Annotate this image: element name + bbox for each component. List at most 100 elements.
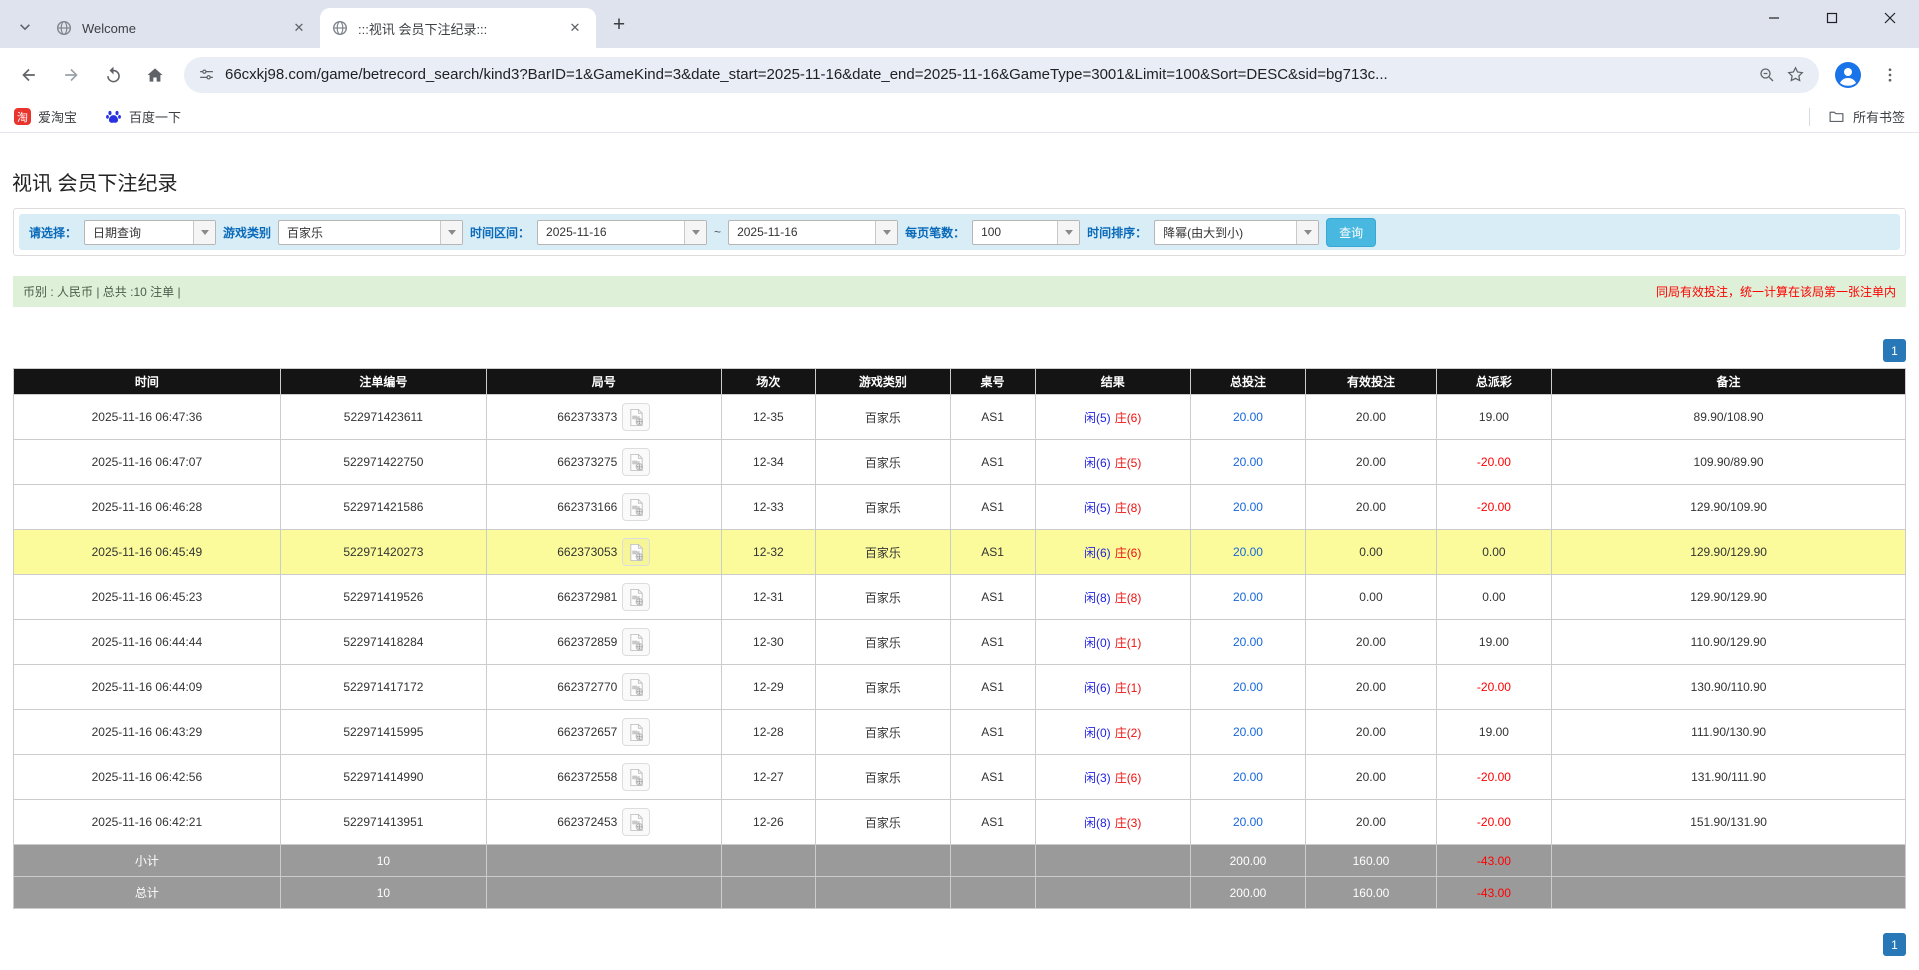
cell-game-type: 百家乐 <box>816 395 950 440</box>
back-button[interactable] <box>10 56 48 94</box>
total-bet-link[interactable]: 20.00 <box>1233 725 1263 739</box>
search-button[interactable]: 查询 <box>1326 218 1376 247</box>
table-row: 2025-11-16 06:45:23 522971419526 6623729… <box>14 575 1906 620</box>
zoom-icon[interactable] <box>1758 66 1776 84</box>
result-player: 闲(5) <box>1084 501 1111 515</box>
result-player: 闲(3) <box>1084 771 1111 785</box>
total-bet-link[interactable]: 20.00 <box>1233 455 1263 469</box>
tab-close-icon[interactable]: ✕ <box>566 19 584 37</box>
cell-game-type: 百家乐 <box>816 665 950 710</box>
cell-session: 12-27 <box>721 755 816 800</box>
bookmark-taobao[interactable]: 淘 爱淘宝 <box>14 107 77 126</box>
query-type-dropdown[interactable]: 日期查询 <box>84 220 216 245</box>
date-end-dropdown[interactable]: 2025-11-16 <box>728 220 898 245</box>
url-text[interactable]: 66cxkj98.com/game/betrecord_search/kind3… <box>225 66 1748 83</box>
tab-betrecord[interactable]: :::视讯 会员下注纪录::: ✕ <box>320 8 596 48</box>
home-button[interactable] <box>136 56 174 94</box>
cell-round-id: 662372453 <box>486 800 721 845</box>
video-record-icon <box>627 588 646 607</box>
video-record-button[interactable] <box>622 583 650 611</box>
minimize-button[interactable] <box>1745 0 1803 36</box>
cell-valid-bet: 20.00 <box>1306 620 1437 665</box>
close-window-button[interactable] <box>1861 0 1919 36</box>
footer-cell-empty <box>486 845 721 877</box>
result-banker: 庄(3) <box>1115 816 1142 830</box>
tab-welcome[interactable]: Welcome ✕ <box>44 8 320 48</box>
footer-cell-total_bet: 200.00 <box>1190 845 1305 877</box>
page-button-1[interactable]: 1 <box>1883 339 1906 362</box>
result-player: 闲(0) <box>1084 636 1111 650</box>
cell-valid-bet: 20.00 <box>1306 440 1437 485</box>
round-id-text: 662373373 <box>557 410 617 424</box>
video-record-button[interactable] <box>622 403 650 431</box>
per-page-dropdown[interactable]: 100 <box>972 220 1080 245</box>
cell-session: 12-33 <box>721 485 816 530</box>
video-record-icon <box>627 543 646 562</box>
sort-label: 时间排序： <box>1087 224 1147 241</box>
column-header: 游戏类别 <box>816 369 950 395</box>
cell-note: 110.90/129.90 <box>1552 620 1906 665</box>
profile-avatar[interactable] <box>1835 62 1861 88</box>
site-settings-icon[interactable] <box>198 66 215 83</box>
all-bookmarks[interactable]: 所有书签 <box>1809 107 1905 126</box>
table-row: 2025-11-16 06:42:56 522971414990 6623725… <box>14 755 1906 800</box>
maximize-button[interactable] <box>1803 0 1861 36</box>
video-record-button[interactable] <box>622 493 650 521</box>
cell-table-number: AS1 <box>950 395 1035 440</box>
cell-game-type: 百家乐 <box>816 800 950 845</box>
cell-total-bet: 20.00 <box>1190 440 1305 485</box>
forward-button[interactable] <box>52 56 90 94</box>
menu-dots-icon[interactable] <box>1871 56 1909 94</box>
cell-round-id: 662372558 <box>486 755 721 800</box>
total-bet-link[interactable]: 20.00 <box>1233 680 1263 694</box>
pagination-top: 1 <box>13 339 1906 362</box>
total-bet-link[interactable]: 20.00 <box>1233 770 1263 784</box>
result-banker: 庄(1) <box>1115 636 1142 650</box>
video-record-button[interactable] <box>622 628 650 656</box>
date-start-dropdown[interactable]: 2025-11-16 <box>537 220 707 245</box>
video-record-button[interactable] <box>622 538 650 566</box>
window-controls <box>1745 0 1919 36</box>
total-bet-link[interactable]: 20.00 <box>1233 500 1263 514</box>
result-banker: 庄(6) <box>1115 411 1142 425</box>
cell-note: 111.90/130.90 <box>1552 710 1906 755</box>
total-bet-link[interactable]: 20.00 <box>1233 815 1263 829</box>
cell-game-type: 百家乐 <box>816 620 950 665</box>
cell-time: 2025-11-16 06:42:21 <box>14 800 281 845</box>
tab-close-icon[interactable]: ✕ <box>290 19 308 37</box>
footer-cell-payout: -43.00 <box>1436 845 1551 877</box>
url-bar[interactable]: 66cxkj98.com/game/betrecord_search/kind3… <box>184 57 1819 93</box>
footer-cell-empty <box>1035 845 1190 877</box>
cell-table-number: AS1 <box>950 665 1035 710</box>
video-record-button[interactable] <box>622 673 650 701</box>
video-record-button[interactable] <box>622 718 650 746</box>
cell-note: 129.90/129.90 <box>1552 575 1906 620</box>
tab-search-button[interactable] <box>8 10 42 44</box>
total-bet-link[interactable]: 20.00 <box>1233 635 1263 649</box>
video-record-button[interactable] <box>622 448 650 476</box>
page-button-1[interactable]: 1 <box>1883 933 1906 956</box>
column-header: 总投注 <box>1190 369 1305 395</box>
refresh-button[interactable] <box>94 56 132 94</box>
new-tab-button[interactable]: + <box>604 10 634 40</box>
total-bet-link[interactable]: 20.00 <box>1233 410 1263 424</box>
footer-cell-empty <box>816 845 950 877</box>
cell-game-type: 百家乐 <box>816 440 950 485</box>
cell-valid-bet: 20.00 <box>1306 485 1437 530</box>
bookmark-star-icon[interactable] <box>1786 65 1805 84</box>
round-id-text: 662372558 <box>557 770 617 784</box>
bookmark-baidu[interactable]: 百度一下 <box>105 107 181 126</box>
total-bet-link[interactable]: 20.00 <box>1233 590 1263 604</box>
game-type-dropdown[interactable]: 百家乐 <box>278 220 463 245</box>
result-player: 闲(5) <box>1084 411 1111 425</box>
video-record-button[interactable] <box>622 808 650 836</box>
cell-payout: -20.00 <box>1436 485 1551 530</box>
footer-cell-empty <box>721 845 816 877</box>
round-id-text: 662372453 <box>557 815 617 829</box>
table-row: 2025-11-16 06:46:28 522971421586 6623731… <box>14 485 1906 530</box>
video-record-button[interactable] <box>622 763 650 791</box>
table-row: 2025-11-16 06:44:44 522971418284 6623728… <box>14 620 1906 665</box>
total-bet-link[interactable]: 20.00 <box>1233 545 1263 559</box>
sort-dropdown[interactable]: 降幂(由大到小) <box>1154 220 1319 245</box>
result-player: 闲(8) <box>1084 591 1111 605</box>
